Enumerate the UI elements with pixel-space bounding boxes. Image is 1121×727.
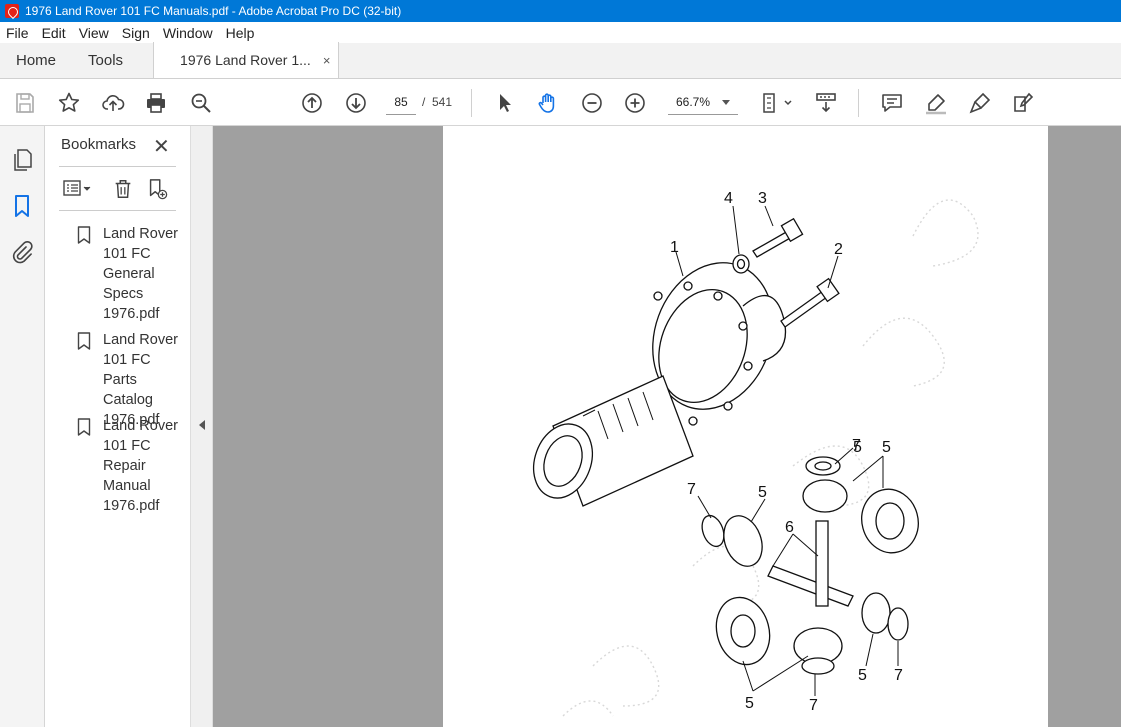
collapse-panel-arrow-icon[interactable] [199,420,205,430]
callout-7: 7 [894,667,903,684]
scroll-mode-icon[interactable] [813,90,839,116]
callout-5: 5 [745,695,754,712]
callout-7: 7 [809,697,818,714]
previous-page-icon[interactable] [299,90,325,116]
fill-sign-icon[interactable] [1010,90,1036,116]
zoom-dropdown-caret-icon [722,100,730,105]
callout-3: 3 [758,190,767,207]
bookmark-item[interactable]: Land Rover 101 FC Parts Catalog 1976.pdf [77,330,189,430]
acrobat-icon [5,4,19,18]
tab-home[interactable]: Home [0,43,72,78]
zoom-out-icon[interactable] [579,90,605,116]
menu-help[interactable]: Help [220,25,262,41]
menu-bar: File Edit View Sign Window Help [0,22,1121,43]
callout-4: 4 [724,190,733,207]
differential-housing [533,262,787,507]
menu-file[interactable]: File [0,25,36,41]
callout-2: 2 [834,241,843,258]
new-bookmark-icon[interactable] [143,176,171,202]
find-zoom-icon[interactable] [188,90,214,116]
window-title: 1976 Land Rover 101 FC Manuals.pdf - Ado… [25,4,402,18]
callout-6: 6 [785,519,794,536]
callout-5: 5 [758,484,767,501]
next-page-icon[interactable] [343,90,369,116]
bookmark-label: Land Rover 101 FC Repair Manual 1976.pdf [103,418,178,514]
bookmark-item[interactable]: Land Rover 101 FC General Specs 1976.pdf [77,224,189,324]
bookmark-options-icon[interactable] [59,176,95,202]
toolbar: 85 / 541 66.7% [0,79,1121,126]
tab-tools[interactable]: Tools [72,43,139,78]
bookmark-label: Land Rover 101 FC General Specs 1976.pdf [103,226,178,322]
callout-7: 7 [687,481,696,498]
page-total: 541 [432,95,453,109]
tab-document[interactable]: 1976 Land Rover 1... × [153,42,340,78]
zoom-level-value: 66.7% [676,94,711,109]
toolbar-divider [858,89,859,117]
tab-bar: Home Tools 1976 Land Rover 1... × [0,42,1121,79]
callout-7: 7 [852,437,861,454]
page-fit-icon[interactable] [760,90,796,116]
highlight-pen-icon[interactable] [923,90,949,116]
bookmark-icon [77,330,95,430]
delete-bookmark-icon[interactable] [109,176,137,202]
window-titlebar: 1976 Land Rover 101 FC Manuals.pdf - Ado… [0,0,1121,22]
page-thumbnails-icon[interactable] [10,148,34,172]
callout-5: 5 [882,439,891,456]
page-number-input[interactable]: 85 [386,89,416,115]
bookmark-icon [77,416,95,516]
menu-sign[interactable]: Sign [116,25,157,41]
left-navigation-rail [0,126,45,727]
panel-splitter[interactable] [190,126,213,727]
save-icon[interactable] [12,90,38,116]
draw-pen-icon[interactable] [967,90,993,116]
menu-view[interactable]: View [73,25,116,41]
page-separator: / [422,95,426,109]
panel-divider [59,166,176,167]
bookmark-star-icon[interactable] [56,90,82,116]
upload-cloud-icon[interactable] [100,90,126,116]
attachments-icon[interactable] [10,240,34,264]
callout-5: 5 [858,667,867,684]
tab-close-icon[interactable]: × [323,53,331,68]
close-panel-icon[interactable]: ✕ [153,134,170,159]
menu-window[interactable]: Window [157,25,220,41]
zoom-level-select[interactable]: 66.7% [668,89,738,115]
callout-1: 1 [670,239,679,256]
bookmarks-panel: Bookmarks ✕ Land Rover 101 FC General Sp… [45,126,190,727]
document-viewer[interactable]: 1 2 3 4 5 5 5 5 5 6 7 7 7 7 [213,126,1121,727]
exploded-parts-diagram: 1 2 3 4 5 5 5 5 5 6 7 7 7 7 [533,190,979,717]
gears-and-washers [701,456,919,675]
bookmark-label: Land Rover 101 FC Parts Catalog 1976.pdf [103,332,178,428]
select-cursor-icon[interactable] [491,90,517,116]
toolbar-divider [471,89,472,117]
tab-document-label: 1976 Land Rover 1... [180,52,311,68]
pdf-page: 1 2 3 4 5 5 5 5 5 6 7 7 7 7 [443,126,1048,727]
bookmarks-panel-icon[interactable] [10,194,34,218]
menu-edit[interactable]: Edit [36,25,73,41]
panel-divider [59,210,176,211]
hand-tool-icon[interactable] [535,90,561,116]
print-icon[interactable] [143,90,169,116]
bookmark-item[interactable]: Land Rover 101 FC Repair Manual 1976.pdf [77,416,189,516]
zoom-in-icon[interactable] [622,90,648,116]
comment-icon[interactable] [879,90,905,116]
bookmarks-title: Bookmarks [61,136,137,153]
bookmark-icon [77,224,95,324]
